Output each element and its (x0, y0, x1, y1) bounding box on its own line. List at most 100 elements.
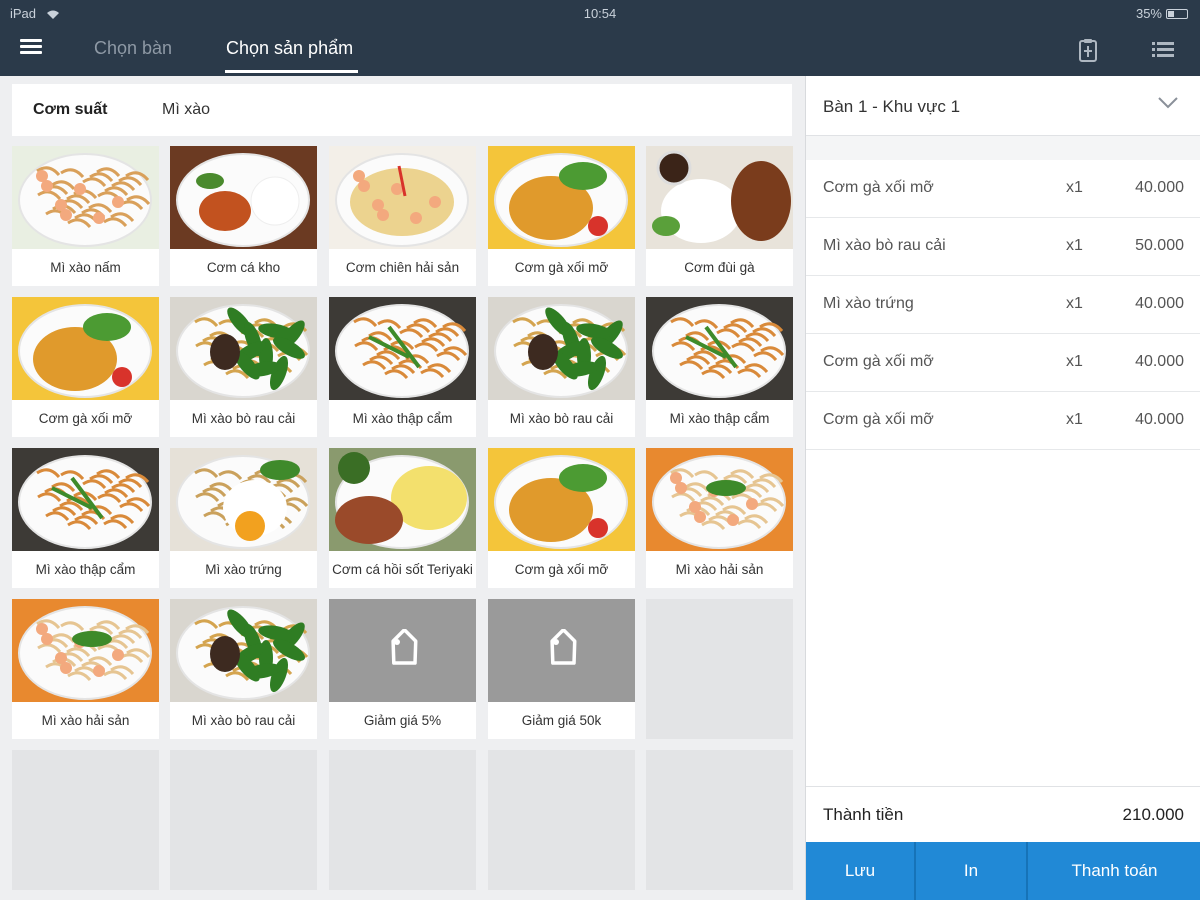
product-label: Mì xào bò rau cải (191, 411, 296, 426)
product-tile[interactable]: Cơm gà xối mỡ (488, 146, 635, 286)
order-item-price: 40.000 (1135, 179, 1184, 196)
empty-tile (170, 750, 317, 890)
category-mi-xao[interactable]: Mì xào (162, 101, 210, 119)
status-bar: iPad 10:54 35% (0, 0, 1200, 26)
order-item-name: Cơm gà xối mỡ (823, 353, 934, 370)
empty-tile (646, 750, 793, 890)
product-tile[interactable]: Mì xào thập cẩm (12, 448, 159, 588)
order-row[interactable]: Cơm gà xối mỡ x1 40.000 (806, 334, 1200, 392)
tab-choose-product[interactable]: Chọn sản phẩm (226, 38, 353, 59)
product-label: Mì xào bò rau cải (509, 411, 614, 426)
empty-tile (329, 750, 476, 890)
product-tile[interactable]: Mì xào thập cẩm (329, 297, 476, 437)
product-panel: Cơm suất Mì xào Mì xào nấm Cơm cá kho Cơm … (0, 76, 804, 900)
order-row[interactable]: Mì xào trứng x1 40.000 (806, 276, 1200, 334)
tab-choose-table[interactable]: Chọn bàn (94, 38, 172, 59)
product-tile[interactable]: Mì xào trứng (170, 448, 317, 588)
product-label: Cơm cá hồi sốt Teriyaki (332, 562, 473, 577)
table-selector[interactable]: Bàn 1 - Khu vực 1 (806, 76, 1200, 136)
product-tile[interactable]: Giảm giá 50k (488, 599, 635, 739)
order-row[interactable]: Cơm gà xối mỡ x1 40.000 (806, 392, 1200, 450)
order-item-name: Mì xào bò rau cải (823, 237, 946, 254)
product-image (12, 146, 159, 249)
product-tile[interactable]: Cơm gà xối mỡ (488, 448, 635, 588)
empty-tile (12, 750, 159, 890)
order-actions: Lưu In Thanh toán (806, 842, 1200, 900)
product-tile[interactable]: Mì xào thập cẩm (646, 297, 793, 437)
order-item-qty: x1 (1066, 411, 1083, 428)
tag-icon (488, 599, 635, 702)
status-time: 10:54 (583, 6, 617, 21)
order-row[interactable]: Mì xào bò rau cải x1 50.000 (806, 218, 1200, 276)
product-tile[interactable]: Mì xào bò rau cải (488, 297, 635, 437)
product-image (170, 146, 317, 249)
order-item-price: 50.000 (1135, 237, 1184, 254)
category-com-suat[interactable]: Cơm suất (33, 101, 108, 119)
product-tile[interactable]: Mì xào hải sản (646, 448, 793, 588)
product-tile[interactable]: Cơm cá kho (170, 146, 317, 286)
order-item-price: 40.000 (1135, 295, 1184, 312)
order-item-name: Cơm gà xối mỡ (823, 411, 934, 428)
order-item-qty: x1 (1066, 295, 1083, 312)
product-tile[interactable]: Cơm cá hồi sốt Teriyaki (329, 448, 476, 588)
product-label: Mì xào bò rau cải (191, 713, 296, 728)
order-total: Thành tiền 210.000 (806, 786, 1200, 842)
product-image (329, 448, 476, 551)
order-empty-area (806, 450, 1200, 786)
empty-tile (646, 599, 793, 739)
order-item-price: 40.000 (1135, 411, 1184, 428)
chevron-down-icon (1158, 97, 1178, 109)
empty-tile (488, 750, 635, 890)
product-label: Cơm gà xối mỡ (514, 260, 609, 275)
hamburger-menu-icon[interactable] (20, 36, 56, 64)
product-image (488, 448, 635, 551)
product-tile[interactable]: Mì xào bò rau cải (170, 297, 317, 437)
category-bar: Cơm suất Mì xào (12, 84, 792, 136)
table-label: Bàn 1 - Khu vực 1 (823, 97, 961, 116)
order-row[interactable]: Cơm gà xối mỡ x1 40.000 (806, 160, 1200, 218)
list-icon[interactable] (1150, 37, 1176, 63)
product-image (170, 599, 317, 702)
product-image (488, 146, 635, 249)
product-tile[interactable]: Cơm gà xối mỡ (12, 297, 159, 437)
product-label: Mì xào hải sản (41, 713, 130, 728)
product-image (12, 297, 159, 400)
order-list: Cơm gà xối mỡ x1 40.000 Mì xào bò rau cả… (806, 160, 1200, 450)
battery-icon (1166, 8, 1188, 19)
tag-icon (329, 599, 476, 702)
product-tile[interactable]: Cơm chiên hải sản (329, 146, 476, 286)
product-tile[interactable]: Cơm đùi gà (646, 146, 793, 286)
product-image (646, 448, 793, 551)
product-label: Mì xào hải sản (675, 562, 764, 577)
product-label: Mì xào trứng (205, 562, 282, 577)
order-item-name: Cơm gà xối mỡ (823, 179, 934, 196)
product-image (488, 297, 635, 400)
product-image (12, 599, 159, 702)
order-item-qty: x1 (1066, 237, 1083, 254)
print-button[interactable]: In (916, 842, 1028, 900)
order-item-price: 40.000 (1135, 353, 1184, 370)
product-label: Cơm chiên hải sản (345, 260, 460, 275)
product-label: Cơm gà xối mỡ (38, 411, 133, 426)
top-bar: iPad 10:54 35% Chọn bàn Chọn sản phẩm (0, 0, 1200, 76)
product-image (170, 448, 317, 551)
product-label: Giảm giá 5% (363, 713, 442, 728)
product-label: Cơm cá kho (206, 260, 281, 275)
product-label: Cơm đùi gà (684, 260, 755, 275)
total-label: Thành tiền (823, 805, 904, 824)
order-item-qty: x1 (1066, 179, 1083, 196)
product-image (646, 146, 793, 249)
pay-button[interactable]: Thanh toán (1028, 842, 1200, 900)
product-image (646, 297, 793, 400)
order-item-qty: x1 (1066, 353, 1083, 370)
product-label: Mì xào thập cẩm (35, 562, 136, 577)
product-label: Mì xào thập cẩm (669, 411, 770, 426)
clipboard-icon[interactable] (1075, 37, 1101, 63)
product-tile[interactable]: Mì xào nấm (12, 146, 159, 286)
product-tile[interactable]: Mì xào bò rau cải (170, 599, 317, 739)
product-tile[interactable]: Giảm giá 5% (329, 599, 476, 739)
product-image (12, 448, 159, 551)
product-label: Cơm gà xối mỡ (514, 562, 609, 577)
save-button[interactable]: Lưu (806, 842, 916, 900)
product-tile[interactable]: Mì xào hải sản (12, 599, 159, 739)
